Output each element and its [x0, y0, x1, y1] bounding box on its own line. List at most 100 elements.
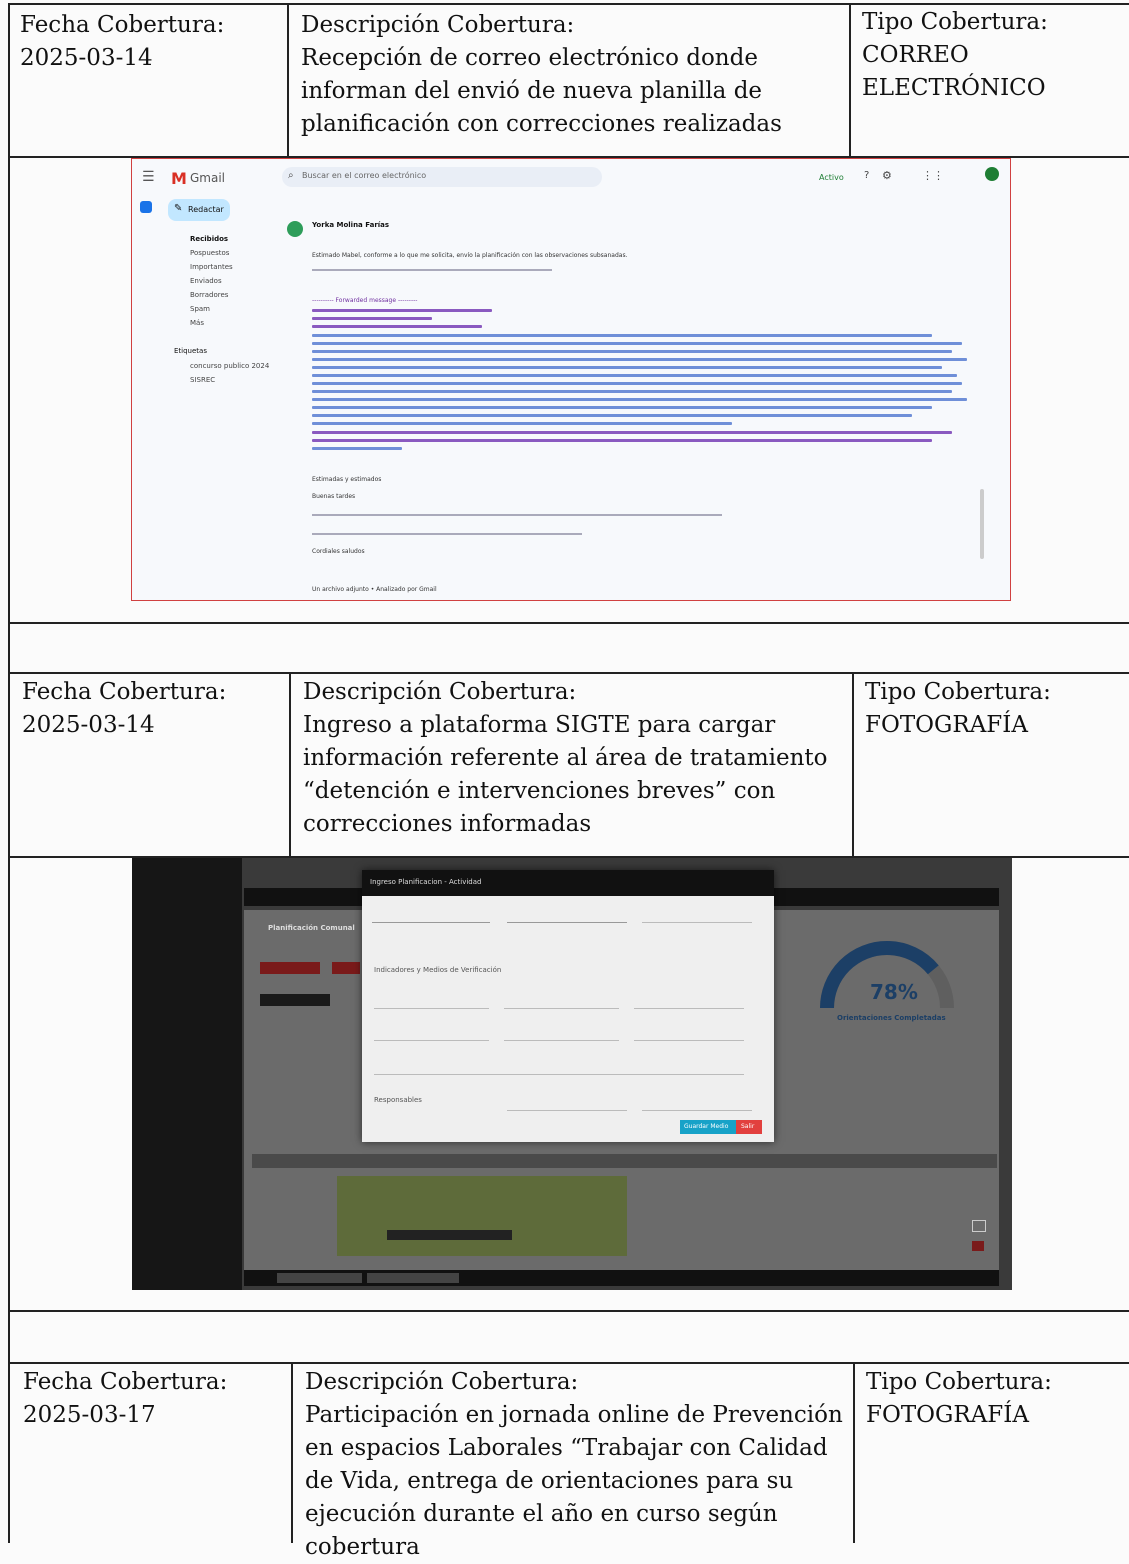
nav-item-importantes[interactable]: Importantes: [190, 263, 233, 271]
table-border-top: [8, 3, 1129, 5]
row-3-tipo: Tipo Cobertura: FOTOGRAFÍA: [866, 1366, 1086, 1432]
email-text-line: [312, 514, 722, 516]
col-divider-2b: [852, 672, 854, 857]
taskbar-item[interactable]: [367, 1273, 459, 1283]
search-icon: ⌕: [288, 170, 294, 181]
row-2-fecha: Fecha Cobertura: 2025-03-14: [22, 676, 282, 742]
delete-icon[interactable]: [972, 1241, 984, 1251]
panel-title: Planificación Comunal: [268, 924, 355, 932]
descripcion-value: Ingreso a plataforma SIGTE para cargar i…: [303, 712, 828, 837]
row-1-descripcion: Descripción Cobertura: Recepción de corr…: [301, 9, 843, 141]
row-2-top: [8, 672, 1129, 674]
rail-mail-icon[interactable]: [140, 201, 152, 213]
section-indicators: Indicadores y Medios de Verificación: [374, 966, 502, 974]
input-field[interactable]: [504, 1028, 619, 1041]
col-divider-1b: [849, 3, 851, 157]
forwarded-header: ---------- Forwarded message ---------: [312, 297, 418, 304]
select-field[interactable]: [372, 910, 490, 923]
gmail-logo-icon: M: [171, 169, 187, 188]
action-icon[interactable]: [972, 1220, 986, 1232]
row-3-fecha: Fecha Cobertura: 2025-03-17: [23, 1366, 283, 1432]
input-field[interactable]: [634, 996, 744, 1009]
row-3-top: [8, 1362, 1129, 1364]
col-divider-3b: [853, 1362, 855, 1543]
address-block: [312, 309, 972, 459]
search-box[interactable]: ⌕ Buscar en el correo electrónico: [282, 167, 602, 187]
table-border-left: [8, 3, 10, 1543]
dark-button[interactable]: [260, 994, 330, 1006]
input-field[interactable]: [642, 910, 752, 923]
row-2-descripcion: Descripción Cobertura: Ingreso a platafo…: [303, 676, 845, 841]
table-band: [252, 1154, 997, 1168]
descripcion-value: Participación en jornada online de Preve…: [305, 1402, 843, 1560]
apps-icon[interactable]: ⋮⋮: [922, 169, 944, 182]
compose-button[interactable]: ✎ Redactar: [168, 199, 230, 221]
col-divider-1a: [287, 3, 289, 157]
row-3-descripcion: Descripción Cobertura: Participación en …: [305, 1366, 847, 1564]
tipo-value: FOTOGRAFÍA: [865, 712, 1028, 738]
tipo-value: CORREO ELECTRÓNICO: [862, 42, 1046, 101]
compose-label: Redactar: [188, 205, 224, 214]
tipo-label: Tipo Cobertura:: [862, 9, 1048, 35]
red-button[interactable]: [332, 962, 360, 974]
label-item-1[interactable]: concurso publico 2024: [190, 362, 269, 370]
tipo-label: Tipo Cobertura:: [866, 1369, 1052, 1395]
spacer-1-top: [8, 622, 1129, 624]
fecha-value: 2025-03-17: [23, 1402, 156, 1428]
nav-item-mas[interactable]: Más: [190, 319, 204, 327]
fecha-value: 2025-03-14: [22, 712, 155, 738]
status-badge[interactable]: Activo: [819, 173, 844, 182]
modal-dialog: Ingreso Planificacion - Actividad Indica…: [362, 870, 774, 1142]
help-icon[interactable]: ?: [864, 170, 869, 181]
fecha-value: 2025-03-14: [20, 45, 153, 71]
gmail-screenshot: ☰ M Gmail ⌕ Buscar en el correo electrón…: [131, 158, 1011, 601]
select-field[interactable]: [507, 1098, 627, 1111]
input-field[interactable]: [634, 1028, 744, 1041]
tipo-label: Tipo Cobertura:: [865, 679, 1051, 705]
fecha-label: Fecha Cobertura:: [20, 12, 225, 38]
search-input[interactable]: Buscar en el correo electrónico: [302, 171, 426, 180]
descripcion-label: Descripción Cobertura:: [301, 12, 575, 38]
descripcion-label: Descripción Cobertura:: [305, 1369, 579, 1395]
col-divider-2a: [289, 672, 291, 857]
save-button-label: Guardar Medio: [684, 1123, 729, 1130]
row-1-tipo: Tipo Cobertura: CORREO ELECTRÓNICO: [862, 6, 1082, 105]
nav-item-recibidos[interactable]: Recibidos: [190, 235, 228, 243]
label-item-2[interactable]: SISREC: [190, 376, 215, 384]
close-button-label: Salir: [741, 1123, 755, 1130]
gear-icon[interactable]: ⚙: [882, 169, 892, 182]
input-field[interactable]: [642, 1098, 752, 1111]
col-divider-3a: [291, 1362, 293, 1543]
input-field[interactable]: [504, 996, 619, 1009]
textarea-field[interactable]: [374, 1058, 744, 1075]
select-field[interactable]: [374, 1028, 489, 1041]
select-field[interactable]: [507, 910, 627, 923]
nav-item-spam[interactable]: Spam: [190, 305, 210, 313]
closing-3: Cordiales saludos: [312, 548, 365, 555]
avatar[interactable]: [985, 167, 999, 181]
sender-avatar: [287, 221, 303, 237]
labels-title: Etiquetas: [174, 347, 207, 355]
close-button[interactable]: Salir: [736, 1120, 762, 1134]
closing-1: Estimadas y estimados: [312, 476, 382, 483]
input-field[interactable]: [374, 996, 489, 1009]
progress-gauge: [820, 941, 954, 1009]
save-button[interactable]: Guardar Medio: [680, 1120, 736, 1134]
sender-name: Yorka Molina Farías: [312, 221, 390, 229]
sidebar-dark: [132, 858, 242, 1290]
red-button[interactable]: [260, 962, 320, 974]
taskbar-item[interactable]: [277, 1273, 362, 1283]
pencil-icon: ✎: [174, 203, 183, 214]
spacer-2-top: [8, 1310, 1129, 1312]
fecha-label: Fecha Cobertura:: [23, 1369, 228, 1395]
descripcion-label: Descripción Cobertura:: [303, 679, 577, 705]
email-text-line: [312, 269, 552, 271]
sigte-screenshot: Planificación Comunal 78% Orientaciones …: [132, 858, 1012, 1290]
closing-2: Buenas tardes: [312, 493, 356, 500]
menu-icon: ☰: [142, 169, 155, 185]
nav-item-enviados[interactable]: Enviados: [190, 277, 222, 285]
attachment-info[interactable]: Un archivo adjunto • Analizado por Gmail: [312, 586, 437, 593]
nav-item-pospuestos[interactable]: Pospuestos: [190, 249, 229, 257]
nav-item-borradores[interactable]: Borradores: [190, 291, 228, 299]
scrollbar[interactable]: [980, 489, 984, 559]
